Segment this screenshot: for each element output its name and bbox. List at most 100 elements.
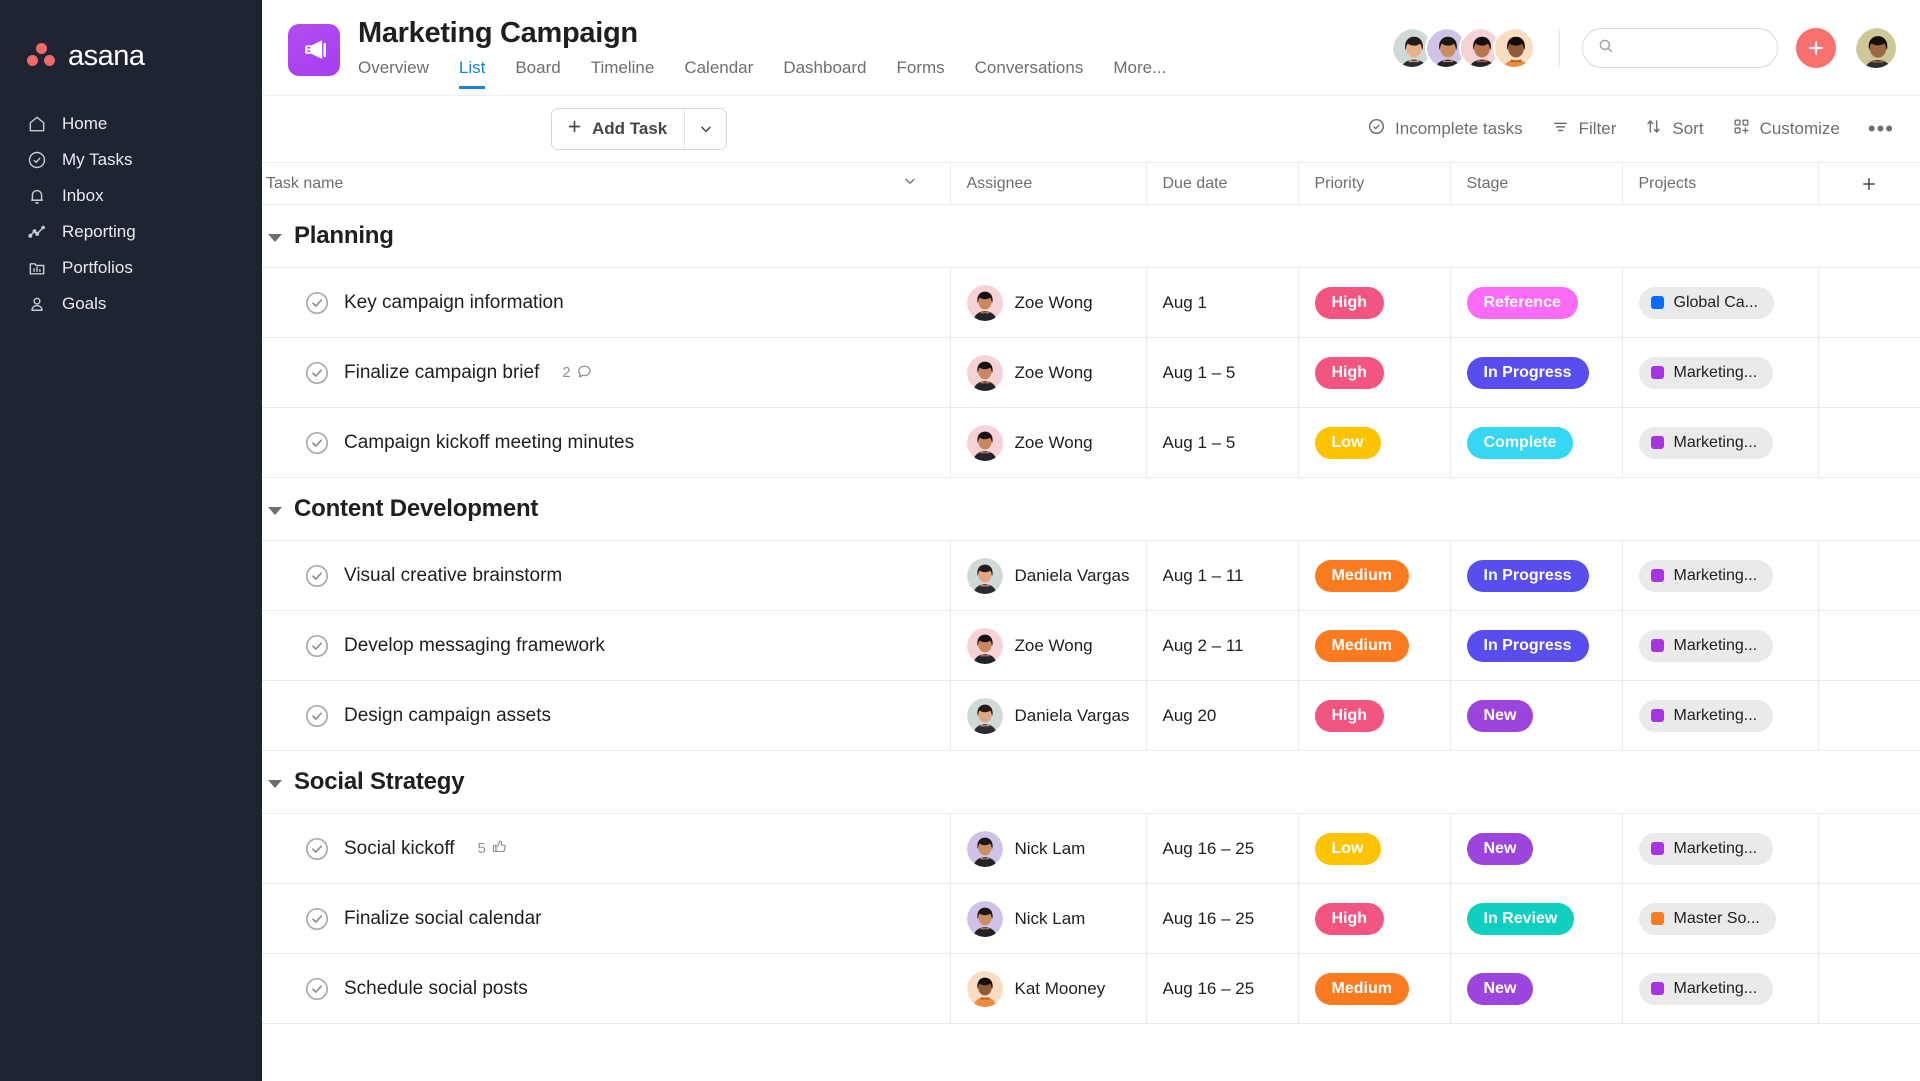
cell-stage[interactable]: In Progress xyxy=(1450,540,1623,611)
avatar[interactable] xyxy=(1854,26,1898,70)
cell-projects[interactable]: Marketing... xyxy=(1622,407,1819,478)
cell-assignee[interactable]: Zoe Wong xyxy=(950,407,1147,478)
avatar[interactable] xyxy=(966,354,1003,391)
column-header-assignee[interactable]: Assignee xyxy=(950,162,1147,205)
cell-stage[interactable]: New xyxy=(1450,680,1623,751)
cell-task-name[interactable]: Key campaign information xyxy=(262,267,951,338)
task-complete-checkbox[interactable] xyxy=(304,290,330,316)
cell-projects[interactable]: Global Ca... xyxy=(1622,267,1819,338)
section-header[interactable]: Social Strategy xyxy=(262,751,1920,813)
sidebar-item-home[interactable]: Home xyxy=(0,106,262,142)
cell-assignee[interactable]: Zoe Wong xyxy=(950,267,1147,338)
chevron-down-icon[interactable] xyxy=(268,779,282,788)
cell-priority[interactable]: High xyxy=(1298,883,1451,954)
incomplete-tasks-filter-button[interactable]: Incomplete tasks xyxy=(1367,117,1523,141)
table-row[interactable]: Finalize social calendar Nick Lam Aug 16 –… xyxy=(262,883,1920,954)
priority-badge[interactable]: Low xyxy=(1314,832,1381,865)
sidebar-item-portfolios[interactable]: Portfolios xyxy=(0,250,262,286)
tab-calendar[interactable]: Calendar xyxy=(684,58,753,89)
priority-badge[interactable]: High xyxy=(1314,356,1385,389)
avatar[interactable] xyxy=(966,900,1003,937)
cell-task-name[interactable]: Develop messaging framework xyxy=(262,610,951,681)
project-members[interactable] xyxy=(1391,27,1535,69)
customize-button[interactable]: Customize xyxy=(1732,117,1840,141)
cell-projects[interactable]: Marketing... xyxy=(1622,610,1819,681)
column-header-stage[interactable]: Stage xyxy=(1450,162,1623,205)
table-row[interactable]: Design campaign assets Daniela Vargas Aug … xyxy=(262,680,1920,751)
priority-badge[interactable]: High xyxy=(1314,286,1385,319)
task-complete-checkbox[interactable] xyxy=(304,633,330,659)
cell-task-name[interactable]: Design campaign assets xyxy=(262,680,951,751)
cell-task-name[interactable]: Visual creative brainstorm xyxy=(262,540,951,611)
cell-priority[interactable]: Low xyxy=(1298,813,1451,884)
status-badge[interactable]: In Review xyxy=(1466,902,1575,935)
cell-assignee[interactable]: Zoe Wong xyxy=(950,610,1147,681)
project-chip[interactable]: Marketing... xyxy=(1638,356,1774,389)
project-chip[interactable]: Marketing... xyxy=(1638,426,1774,459)
cell-due-date[interactable]: Aug 1 – 11 xyxy=(1146,540,1299,611)
cell-projects[interactable]: Marketing... xyxy=(1622,337,1819,408)
sidebar-item-goals[interactable]: Goals xyxy=(0,286,262,322)
project-chip[interactable]: Marketing... xyxy=(1638,629,1774,662)
cell-projects[interactable]: Marketing... xyxy=(1622,813,1819,884)
filter-button[interactable]: Filter xyxy=(1551,117,1616,141)
tab-forms[interactable]: Forms xyxy=(896,58,944,89)
tab-overview[interactable]: Overview xyxy=(358,58,429,89)
cell-stage[interactable]: In Progress xyxy=(1450,610,1623,681)
table-row[interactable]: Social kickoff 5 Nick Lam Aug 16 – 25 Low New… xyxy=(262,813,1920,884)
status-badge[interactable]: In Progress xyxy=(1466,629,1589,662)
cell-priority[interactable]: Medium xyxy=(1298,610,1451,681)
cell-priority[interactable]: High xyxy=(1298,680,1451,751)
cell-priority[interactable]: High xyxy=(1298,337,1451,408)
cell-assignee[interactable]: Daniela Vargas xyxy=(950,680,1147,751)
cell-stage[interactable]: New xyxy=(1450,813,1623,884)
avatar[interactable] xyxy=(966,557,1003,594)
table-row[interactable]: Develop messaging framework Zoe Wong Aug 2… xyxy=(262,610,1920,681)
cell-projects[interactable]: Marketing... xyxy=(1622,680,1819,751)
chevron-down-icon[interactable] xyxy=(902,173,918,194)
table-row[interactable]: Visual creative brainstorm Daniela Vargas… xyxy=(262,540,1920,611)
sort-button[interactable]: Sort xyxy=(1644,117,1704,141)
cell-task-name[interactable]: Finalize social calendar xyxy=(262,883,951,954)
avatar[interactable] xyxy=(966,284,1003,321)
status-badge[interactable]: New xyxy=(1466,832,1534,865)
tab-more[interactable]: More... xyxy=(1113,58,1166,89)
sidebar-item-my-tasks[interactable]: My Tasks xyxy=(0,142,262,178)
chevron-down-icon[interactable] xyxy=(268,233,282,242)
search-box[interactable] xyxy=(1582,28,1778,68)
tab-dashboard[interactable]: Dashboard xyxy=(783,58,866,89)
avatar[interactable] xyxy=(966,830,1003,867)
cell-due-date[interactable]: Aug 20 xyxy=(1146,680,1299,751)
cell-projects[interactable]: Marketing... xyxy=(1622,540,1819,611)
status-badge[interactable]: In Progress xyxy=(1466,559,1589,592)
cell-projects[interactable]: Marketing... xyxy=(1622,953,1819,1024)
chevron-down-icon[interactable] xyxy=(268,506,282,515)
priority-badge[interactable]: Medium xyxy=(1314,629,1409,662)
cell-priority[interactable]: Medium xyxy=(1298,540,1451,611)
cell-priority[interactable]: High xyxy=(1298,267,1451,338)
project-chip[interactable]: Global Ca... xyxy=(1638,286,1774,319)
task-complete-checkbox[interactable] xyxy=(304,976,330,1002)
cell-due-date[interactable]: Aug 1 xyxy=(1146,267,1299,338)
status-badge[interactable]: New xyxy=(1466,699,1534,732)
task-complete-checkbox[interactable] xyxy=(304,836,330,862)
status-badge[interactable]: New xyxy=(1466,972,1534,1005)
avatar[interactable] xyxy=(966,424,1003,461)
priority-badge[interactable]: High xyxy=(1314,902,1385,935)
cell-stage[interactable]: Reference xyxy=(1450,267,1623,338)
cell-stage[interactable]: New xyxy=(1450,953,1623,1024)
cell-task-name[interactable]: Schedule social posts xyxy=(262,953,951,1024)
column-header-projects[interactable]: Projects xyxy=(1622,162,1819,205)
cell-stage[interactable]: In Review xyxy=(1450,883,1623,954)
cell-task-name[interactable]: Campaign kickoff meeting minutes xyxy=(262,407,951,478)
table-row[interactable]: Schedule social posts Kat Mooney Aug 16 – … xyxy=(262,953,1920,1024)
status-badge[interactable]: Reference xyxy=(1466,286,1578,319)
cell-due-date[interactable]: Aug 1 – 5 xyxy=(1146,407,1299,478)
cell-due-date[interactable]: Aug 16 – 25 xyxy=(1146,883,1299,954)
tab-timeline[interactable]: Timeline xyxy=(591,58,655,89)
project-chip[interactable]: Marketing... xyxy=(1638,559,1774,592)
avatar[interactable] xyxy=(1493,27,1535,69)
priority-badge[interactable]: Low xyxy=(1314,426,1381,459)
cell-task-name[interactable]: Finalize campaign brief 2 xyxy=(262,337,951,408)
project-chip[interactable]: Marketing... xyxy=(1638,972,1774,1005)
